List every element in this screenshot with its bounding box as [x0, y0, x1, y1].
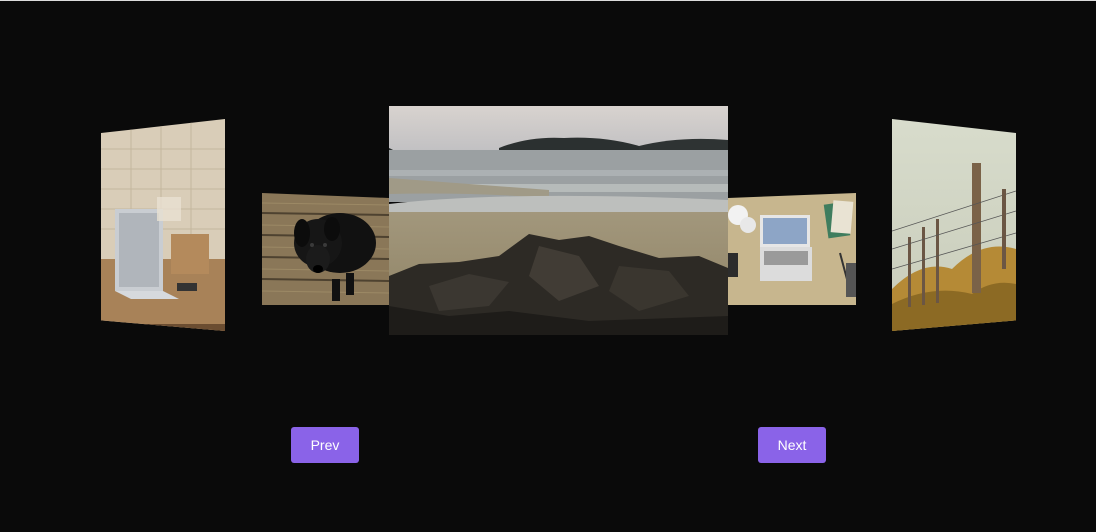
fence-post-image — [892, 119, 1016, 331]
slide-laptop-desk[interactable] — [728, 193, 856, 305]
laptop-desk-image — [728, 193, 856, 305]
slide-black-dog[interactable] — [262, 193, 389, 305]
laptop-table-image — [101, 119, 225, 331]
carousel-stage: Prev Next — [0, 0, 1096, 532]
black-dog-image — [262, 193, 389, 305]
slide-fence-post[interactable] — [892, 119, 1016, 331]
prev-button[interactable]: Prev — [291, 427, 359, 463]
next-button[interactable]: Next — [758, 427, 826, 463]
beach-image — [389, 106, 728, 335]
slide-beach-active[interactable] — [389, 106, 728, 335]
slide-laptop-table[interactable] — [101, 119, 225, 331]
